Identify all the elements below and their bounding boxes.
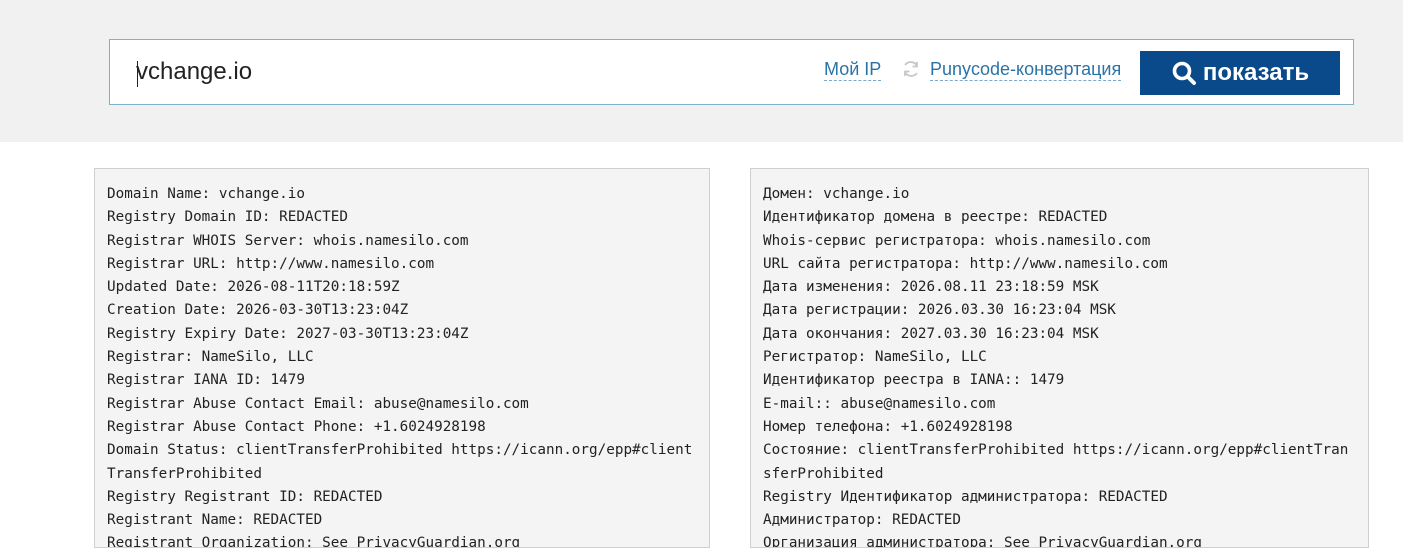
whois-line: Updated Date: 2026-08-11T20:18:59Z — [107, 279, 400, 296]
search-icon — [1172, 61, 1196, 85]
whois-line: Регистратор: NameSilo, LLC — [763, 349, 987, 366]
whois-line: Состояние: clientTransferProhibited http… — [763, 442, 1349, 482]
show-button-label: показать — [1202, 59, 1310, 86]
show-button[interactable]: показать — [1140, 51, 1340, 95]
whois-line: Дата окончания: 2027.03.30 16:23:04 MSK — [763, 325, 1099, 342]
whois-line: Дата изменения: 2026.08.11 23:18:59 MSK — [763, 279, 1099, 296]
whois-line: Whois-сервис регистратора: whois.namesil… — [763, 232, 1151, 249]
search-form: Мой IP Punycode-конвертация показать — [109, 39, 1354, 105]
refresh-icon[interactable] — [901, 59, 921, 79]
whois-line: Registry Domain ID: REDACTED — [107, 209, 349, 226]
search-header: Мой IP Punycode-конвертация показать — [0, 0, 1403, 142]
whois-line: Domain Status: clientTransferProhibited … — [107, 442, 693, 482]
whois-original-panel: Domain Name: vchange.io Registry Domain I… — [94, 168, 710, 548]
whois-line: Registrar Abuse Contact Email: abuse@nam… — [107, 395, 529, 412]
whois-line: Идентификатор домена в реестре: REDACTED — [763, 209, 1108, 226]
whois-line: Registry Expiry Date: 2027-03-30T13:23:0… — [107, 325, 469, 342]
whois-line: Registrar WHOIS Server: whois.namesilo.c… — [107, 232, 469, 249]
whois-line: Registry Идентификатор администратора: R… — [763, 488, 1168, 505]
whois-line: Идентификатор реестра в IANA:: 1479 — [763, 372, 1065, 389]
whois-line: Domain Name: vchange.io — [107, 186, 305, 202]
whois-line: Registrar IANA ID: 1479 — [107, 372, 305, 389]
whois-original-text: Domain Name: vchange.io Registry Domain I… — [95, 169, 709, 548]
my-ip-link[interactable]: Мой IP — [824, 58, 882, 81]
whois-line: Registrant Name: REDACTED — [107, 512, 323, 529]
whois-line: Creation Date: 2026-03-30T13:23:04Z — [107, 302, 409, 319]
whois-line: Registrar Abuse Contact Phone: +1.602492… — [107, 418, 486, 435]
whois-line: Дата регистрации: 2026.03.30 16:23:04 MS… — [763, 302, 1116, 319]
whois-line: Registry Registrant ID: REDACTED — [107, 488, 383, 505]
whois-line: Номер телефона: +1.6024928198 — [763, 418, 1013, 435]
domain-search-input[interactable] — [136, 50, 776, 94]
whois-line: Registrant Organization: See PrivacyGuar… — [107, 535, 521, 548]
whois-line: Registrar: NameSilo, LLC — [107, 349, 314, 366]
whois-line: E-mail:: abuse@namesilo.com — [763, 395, 996, 412]
whois-translated-text: Домен: vchange.io Идентификатор домена в … — [751, 169, 1368, 548]
whois-line: Администратор: REDACTED — [763, 512, 961, 529]
whois-line: Домен: vchange.io — [763, 186, 910, 202]
whois-line: Registrar URL: http://www.namesilo.com — [107, 255, 435, 272]
punycode-link[interactable]: Punycode-конвертация — [930, 58, 1122, 81]
whois-line: URL сайта регистратора: http://www.names… — [763, 255, 1168, 272]
whois-translated-panel: Домен: vchange.io Идентификатор домена в … — [750, 168, 1369, 548]
text-caret — [137, 61, 138, 87]
whois-line: Организация администратора: See PrivacyG… — [763, 535, 1202, 548]
